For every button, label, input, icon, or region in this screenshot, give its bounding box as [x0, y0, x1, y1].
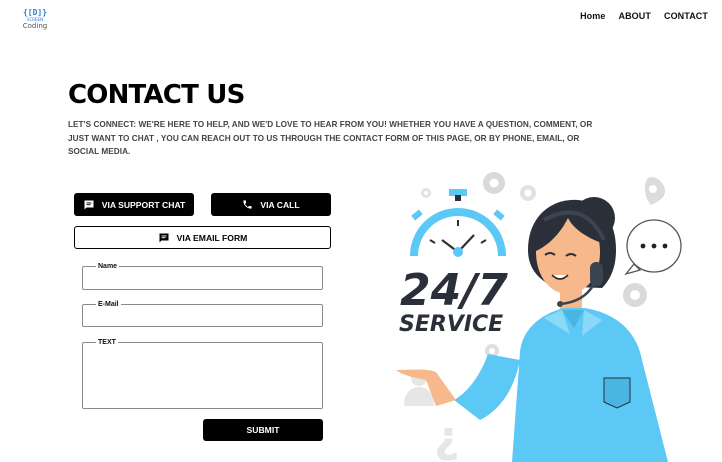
question-mark-icon: ¿: [434, 412, 460, 462]
gear-icon: [421, 188, 431, 198]
message-textarea[interactable]: [87, 346, 318, 400]
nav-home-link[interactable]: Home: [580, 11, 605, 21]
call-button[interactable]: VIA CALL: [211, 193, 331, 216]
speech-bubble-icon: [624, 219, 682, 276]
message-label: TEXT: [98, 339, 116, 346]
gear-icon: [623, 283, 647, 307]
name-input[interactable]: [87, 276, 318, 285]
email-form-button[interactable]: VIA EMAIL FORM: [74, 226, 331, 249]
email-fieldset: E-Mail: [82, 301, 323, 327]
phone-icon: [243, 200, 252, 209]
page-title: CONTACT US: [68, 80, 245, 110]
submit-button[interactable]: SUBMIT: [203, 419, 323, 441]
support-chat-button[interactable]: VIA SUPPORT CHAT: [74, 193, 194, 216]
gear-icon: [520, 185, 536, 201]
gear-icon: [483, 172, 505, 194]
stopwatch-icon: [410, 189, 506, 257]
headline-24-7: 24/7: [400, 265, 508, 316]
email-input[interactable]: [87, 314, 318, 323]
call-label: VIA CALL: [260, 199, 300, 210]
message-fieldset: TEXT: [82, 339, 323, 409]
name-label: Name: [98, 263, 118, 270]
headline-service: SERVICE: [399, 312, 503, 337]
chat-icon: [84, 200, 94, 209]
site-logo[interactable]: {[D]} SCREEN Coding: [20, 8, 50, 30]
main-nav: Home ABOUT CONTACT: [580, 11, 708, 21]
nav-contact-link[interactable]: CONTACT: [664, 11, 708, 21]
logo-wordmark: Coding: [22, 22, 48, 30]
support-chat-label: VIA SUPPORT CHAT: [101, 199, 186, 210]
logo-mark: {[D]}: [22, 8, 48, 17]
nav-about-link[interactable]: ABOUT: [618, 11, 651, 21]
message-icon: [159, 233, 169, 242]
name-fieldset: Name: [82, 263, 323, 290]
support-illustration: ¿ 24/7 SERVICE: [396, 172, 682, 462]
email-form-label: VIA EMAIL FORM: [176, 232, 248, 243]
email-label: E-Mail: [98, 301, 119, 308]
intro-text: LET'S CONNECT: WE'RE HERE TO HELP, AND W…: [68, 120, 593, 156]
